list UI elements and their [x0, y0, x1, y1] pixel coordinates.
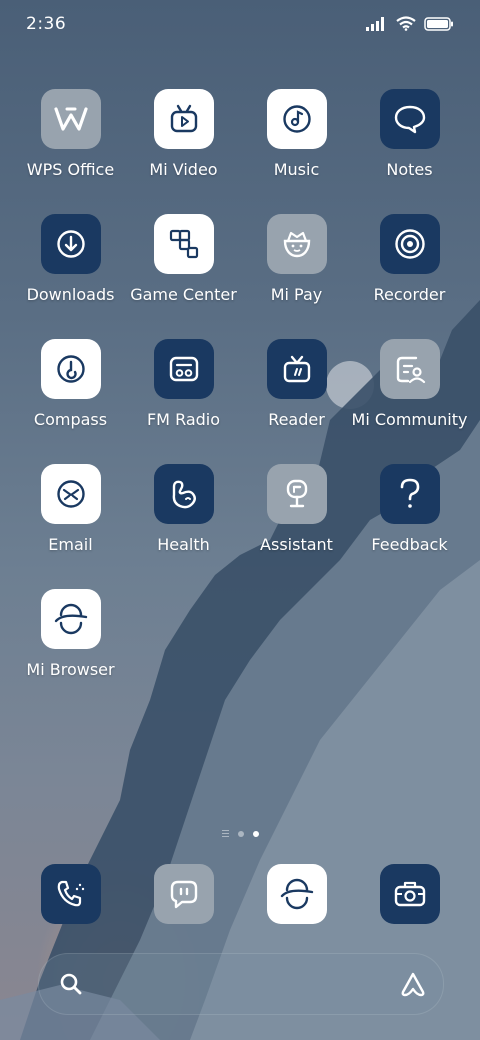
app-grid: WPS Office Mi Video Music Notes Download…: [14, 89, 468, 714]
fm-radio-icon[interactable]: [153, 339, 214, 399]
app-label: Mi Browser: [26, 660, 115, 679]
app-mi-community[interactable]: Mi Community: [351, 339, 468, 464]
app-label: Email: [48, 535, 93, 554]
app-label: Music: [273, 160, 320, 179]
app-label: Recorder: [373, 285, 446, 304]
app-music[interactable]: Music: [240, 89, 353, 214]
app-mi-browser[interactable]: Mi Browser: [14, 589, 127, 714]
email-icon[interactable]: [40, 464, 101, 524]
app-mi-pay[interactable]: Mi Pay: [240, 214, 353, 339]
app-label: Compass: [33, 410, 108, 429]
status-time: 2:36: [26, 14, 67, 34]
page-indicator[interactable]: [0, 830, 480, 837]
search-icon[interactable]: [59, 972, 83, 996]
phone-icon[interactable]: [40, 864, 101, 924]
recorder-icon[interactable]: [379, 214, 440, 274]
app-email[interactable]: Email: [14, 464, 127, 589]
game-center-icon[interactable]: [153, 214, 214, 274]
page-dot-1[interactable]: [237, 830, 244, 837]
app-label: WPS Office: [26, 160, 115, 179]
app-label: Downloads: [26, 285, 115, 304]
mi-video-icon[interactable]: [153, 89, 214, 149]
app-compass[interactable]: Compass: [14, 339, 127, 464]
app-recorder[interactable]: Recorder: [353, 214, 466, 339]
camera-icon[interactable]: [379, 864, 440, 924]
search-bar[interactable]: [38, 953, 444, 1015]
music-icon[interactable]: [266, 89, 327, 149]
signal-icon: [366, 16, 384, 31]
app-label: Mi Video: [149, 160, 218, 179]
mi-pay-icon[interactable]: [266, 214, 327, 274]
wifi-icon: [396, 16, 416, 31]
wps-office-icon[interactable]: [40, 89, 101, 149]
browser-icon[interactable]: [266, 864, 327, 924]
compass-icon[interactable]: [40, 339, 101, 399]
app-reader[interactable]: Reader: [240, 339, 353, 464]
assistant-voice-icon[interactable]: [399, 970, 427, 998]
page-dot-2-active[interactable]: [252, 830, 259, 837]
feedback-icon[interactable]: [379, 464, 440, 524]
app-label: Feedback: [371, 535, 448, 554]
dock: [14, 864, 466, 924]
reader-icon[interactable]: [266, 339, 327, 399]
notes-icon[interactable]: [379, 89, 440, 149]
app-wps-office[interactable]: WPS Office: [14, 89, 127, 214]
app-downloads[interactable]: Downloads: [14, 214, 127, 339]
status-bar: 2:36: [0, 0, 480, 52]
app-notes[interactable]: Notes: [353, 89, 466, 214]
downloads-icon[interactable]: [40, 214, 101, 274]
battery-icon: [424, 16, 453, 31]
app-assistant[interactable]: Assistant: [240, 464, 353, 589]
app-feedback[interactable]: Feedback: [353, 464, 466, 589]
app-health[interactable]: Health: [127, 464, 240, 589]
app-game-center[interactable]: Game Center: [127, 214, 240, 339]
app-drawer-indicator[interactable]: [221, 830, 229, 837]
mi-browser-icon[interactable]: [40, 589, 101, 649]
mi-community-icon[interactable]: [379, 339, 440, 399]
app-label: Mi Community: [351, 410, 468, 429]
app-mi-video[interactable]: Mi Video: [127, 89, 240, 214]
app-label: Game Center: [130, 285, 237, 304]
assistant-icon[interactable]: [266, 464, 327, 524]
app-label: Mi Pay: [270, 285, 323, 304]
app-label: Health: [157, 535, 210, 554]
app-label: FM Radio: [146, 410, 221, 429]
messaging-icon[interactable]: [153, 864, 214, 924]
app-label: Notes: [386, 160, 433, 179]
health-icon[interactable]: [153, 464, 214, 524]
app-label: Assistant: [260, 535, 333, 554]
app-label: Reader: [268, 410, 325, 429]
app-fm-radio[interactable]: FM Radio: [127, 339, 240, 464]
